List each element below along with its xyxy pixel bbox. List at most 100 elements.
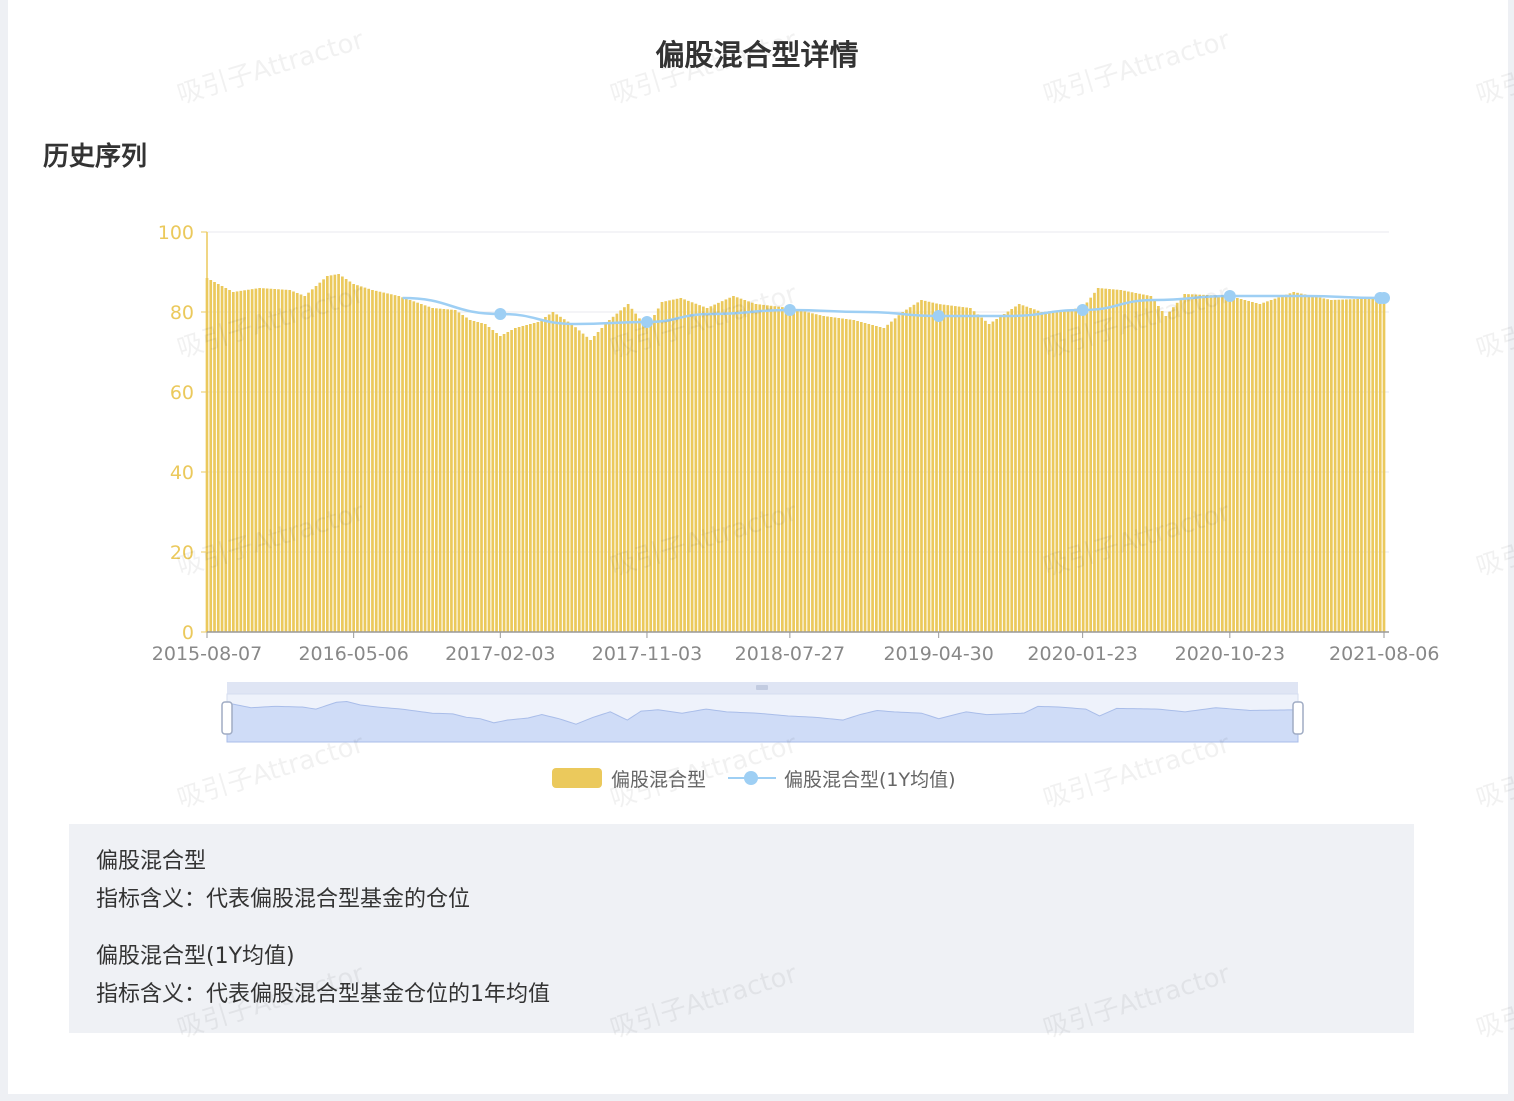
bar xyxy=(728,297,732,632)
bar xyxy=(1078,308,1081,632)
bar xyxy=(363,287,367,632)
bar xyxy=(912,304,916,632)
bar xyxy=(337,274,340,632)
bar xyxy=(1205,295,1209,632)
bar xyxy=(1269,300,1273,632)
bar xyxy=(908,307,912,632)
bar xyxy=(961,307,965,632)
bar xyxy=(1337,299,1341,632)
bar xyxy=(1126,291,1130,632)
bar xyxy=(1063,309,1066,632)
bar xyxy=(942,304,946,632)
bar xyxy=(412,301,416,632)
bar xyxy=(1341,299,1344,632)
bar xyxy=(404,298,408,632)
bar xyxy=(277,289,280,632)
bar xyxy=(893,318,897,632)
x-tick-label: 2018-07-27 xyxy=(735,643,845,665)
bar xyxy=(498,336,502,632)
bar xyxy=(1326,299,1329,632)
bar xyxy=(367,288,371,632)
bar xyxy=(686,300,690,632)
bar xyxy=(1371,298,1375,632)
bar xyxy=(743,300,747,632)
bar xyxy=(1115,289,1119,632)
bar xyxy=(630,308,634,632)
data-zoom-slider[interactable] xyxy=(221,682,1304,743)
bar xyxy=(991,321,995,632)
zoom-handle-left[interactable] xyxy=(221,701,233,735)
bar xyxy=(374,290,378,632)
bar xyxy=(1160,311,1164,632)
bar xyxy=(310,289,314,632)
bar xyxy=(754,304,758,632)
bar xyxy=(953,306,957,632)
bar xyxy=(333,274,337,632)
bar xyxy=(525,325,528,632)
mean-marker xyxy=(932,310,945,322)
bar xyxy=(984,320,987,632)
bar xyxy=(431,308,434,632)
legend-item-line[interactable]: 偏股混合型(1Y均值) xyxy=(706,765,956,792)
zoom-handle-right[interactable] xyxy=(1292,701,1304,735)
bar xyxy=(1036,310,1040,632)
bar xyxy=(1330,300,1333,632)
bar xyxy=(739,298,743,632)
bar xyxy=(1066,309,1070,632)
history-chart[interactable]: 0 20 40 60 80 100 2015-08-07 2016-05-06 2017-02-… xyxy=(0,0,1514,820)
bar xyxy=(292,291,295,632)
bar xyxy=(1145,295,1149,632)
y-tick-label: 40 xyxy=(170,462,194,484)
bar xyxy=(1006,311,1010,632)
bar xyxy=(1213,295,1217,632)
bar xyxy=(829,317,833,632)
bar xyxy=(1382,298,1386,632)
bar xyxy=(258,288,261,632)
bar xyxy=(604,324,607,632)
bar xyxy=(619,310,622,632)
bar xyxy=(1352,299,1356,632)
bar xyxy=(1183,294,1187,632)
bar xyxy=(213,282,216,632)
y-tick-label: 80 xyxy=(170,302,194,324)
bar xyxy=(555,314,559,632)
bar xyxy=(514,328,517,632)
bar xyxy=(600,328,604,632)
bar xyxy=(1172,307,1175,632)
bar xyxy=(491,330,495,632)
bar xyxy=(1025,306,1029,632)
mean-marker xyxy=(640,316,653,328)
bar xyxy=(307,292,310,632)
bar xyxy=(788,308,792,632)
bar xyxy=(585,336,589,632)
bar xyxy=(1307,295,1311,632)
zoom-grip-icon xyxy=(756,685,768,690)
bar xyxy=(495,333,498,632)
bar xyxy=(1070,309,1074,632)
bar xyxy=(220,286,224,632)
bar xyxy=(581,333,585,632)
bar xyxy=(852,320,856,632)
bar xyxy=(758,304,762,632)
x-tick-label: 2015-08-07 xyxy=(152,643,262,665)
bar xyxy=(254,288,258,632)
bar xyxy=(694,303,698,632)
legend-label-bar: 偏股混合型 xyxy=(611,768,707,791)
bar xyxy=(303,296,307,632)
bar xyxy=(931,302,935,632)
bar xyxy=(848,319,852,632)
legend-item-bar[interactable]: 偏股混合型 xyxy=(552,765,706,792)
bar xyxy=(262,288,265,632)
bar xyxy=(705,308,709,632)
bar xyxy=(995,319,999,632)
bar xyxy=(1164,316,1168,632)
bar xyxy=(1262,302,1266,632)
desc-meaning-2: 指标含义：代表偏股混合型基金仓位的1年均值 xyxy=(96,982,550,1007)
bar xyxy=(615,313,619,632)
bar xyxy=(1299,293,1303,632)
bar xyxy=(577,330,581,632)
bar xyxy=(1375,298,1378,632)
bar xyxy=(1021,305,1025,632)
bar xyxy=(1168,311,1172,632)
bar xyxy=(844,319,848,632)
